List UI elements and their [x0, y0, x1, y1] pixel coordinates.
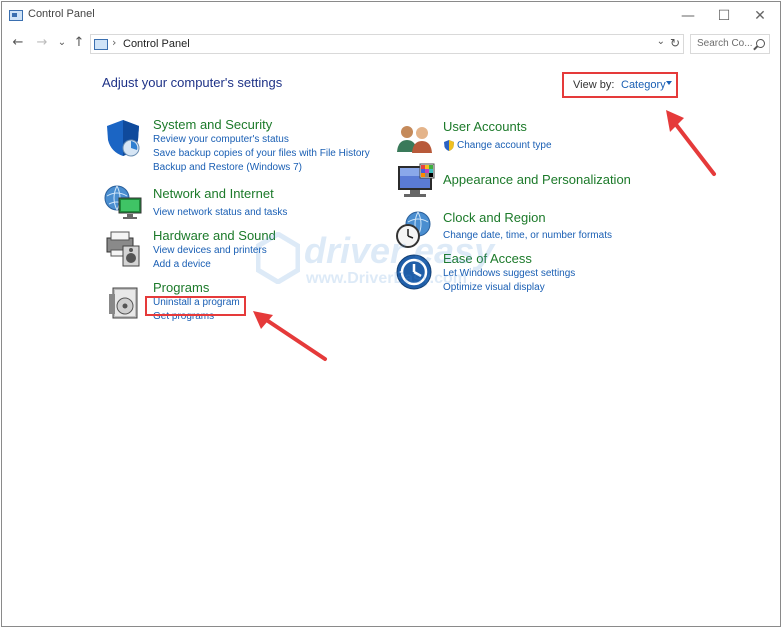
link-view-devices-and-printers[interactable]: View devices and printers [153, 245, 267, 256]
recent-locations-chevron-icon[interactable]: ⌄ [54, 34, 70, 52]
category-title-appearance-and-personalization[interactable]: Appearance and Personalization [443, 172, 631, 187]
address-field[interactable]: › Control Panel ⌄ ↻ [90, 34, 684, 54]
annotation-arrow-icon [666, 110, 716, 176]
page-heading: Adjust your computer's settings [102, 75, 283, 90]
uac-shield-icon [444, 140, 454, 151]
close-button[interactable]: ✕ [744, 4, 776, 28]
category-title-system-and-security[interactable]: System and Security [153, 117, 272, 132]
refresh-icon[interactable]: ↻ [670, 36, 680, 50]
control-panel-window: Control Panel — ☐ ✕ ← → ⌄ ↑ › Control Pa… [1, 1, 781, 627]
watermark-url: www.DriverEasy.com [306, 270, 467, 287]
link-view-network-status[interactable]: View network status and tasks [153, 207, 287, 218]
view-by-label: View by: [573, 79, 615, 91]
category-title-programs[interactable]: Programs [153, 280, 209, 295]
window-title: Control Panel [28, 8, 95, 20]
control-panel-icon [94, 39, 108, 50]
monitor-palette-icon[interactable] [396, 162, 436, 202]
category-title-clock-and-region[interactable]: Clock and Region [443, 210, 546, 225]
minimize-button[interactable]: — [672, 4, 704, 28]
link-review-computer-status[interactable]: Review your computer's status [153, 134, 289, 145]
programs-box-icon[interactable] [105, 282, 143, 322]
view-by-dropdown[interactable]: Category [621, 79, 666, 91]
link-add-a-device[interactable]: Add a device [153, 259, 211, 270]
back-arrow-icon[interactable]: ← [10, 34, 26, 52]
network-globe-icon[interactable] [103, 184, 145, 222]
watermark-brand: driver easy [304, 230, 495, 271]
printer-speaker-icon[interactable] [103, 228, 145, 268]
link-change-account-type[interactable]: Change account type [457, 140, 552, 151]
control-panel-icon [9, 10, 23, 21]
link-file-history[interactable]: Save backup copies of your files with Fi… [153, 148, 370, 159]
search-icon[interactable] [756, 39, 765, 48]
category-title-user-accounts[interactable]: User Accounts [443, 119, 527, 134]
annotation-arrow-icon [253, 311, 327, 361]
shield-icon[interactable] [103, 118, 143, 158]
breadcrumb-control-panel[interactable]: Control Panel [123, 38, 190, 50]
view-by-control[interactable]: View by: Category [562, 72, 678, 98]
maximize-button[interactable]: ☐ [708, 4, 740, 28]
users-icon[interactable] [394, 122, 436, 156]
address-dropdown-chevron-icon[interactable]: ⌄ [657, 36, 665, 47]
breadcrumb-separator-icon: › [112, 36, 117, 49]
driver-easy-logo-icon [256, 232, 300, 284]
dropdown-caret-icon[interactable] [666, 81, 672, 85]
forward-arrow-icon[interactable]: → [34, 34, 50, 52]
address-bar-row: ← → ⌄ ↑ › Control Panel ⌄ ↻ Search Co... [2, 32, 780, 56]
category-title-network-and-internet[interactable]: Network and Internet [153, 186, 274, 201]
link-backup-and-restore[interactable]: Backup and Restore (Windows 7) [153, 162, 302, 173]
up-arrow-icon[interactable]: ↑ [71, 34, 87, 52]
search-placeholder: Search Co... [697, 38, 753, 49]
title-bar: Control Panel — ☐ ✕ [2, 2, 780, 30]
watermark: driver easy www.DriverEasy.com [256, 230, 496, 294]
search-input[interactable]: Search Co... [690, 34, 770, 54]
annotation-highlight-box [145, 296, 246, 316]
